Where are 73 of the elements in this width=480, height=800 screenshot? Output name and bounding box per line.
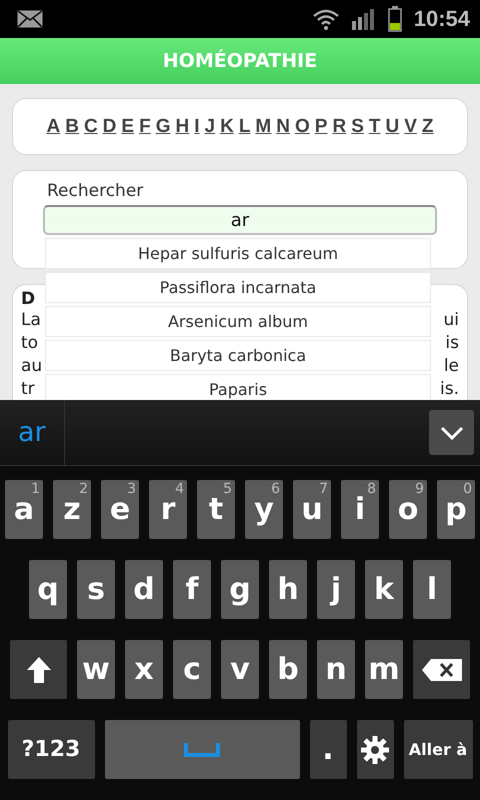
key[interactable]: h	[269, 560, 307, 619]
suggestion-item[interactable]: Passiflora incarnata	[45, 272, 431, 303]
letter-link[interactable]: I	[194, 116, 200, 138]
page-title: HOMÉOPATHIE	[162, 50, 318, 72]
letter-link[interactable]: Z	[422, 116, 434, 138]
letter-link[interactable]: O	[294, 116, 310, 138]
suggestion-item[interactable]: Baryta carbonica	[45, 340, 431, 371]
key[interactable]: c	[173, 640, 211, 699]
period-key[interactable]: .	[310, 720, 346, 779]
key[interactable]: f	[173, 560, 211, 619]
mail-icon	[17, 10, 43, 28]
key[interactable]: b	[269, 640, 307, 699]
chevron-down-icon	[440, 426, 464, 440]
letter-link[interactable]: D	[102, 116, 116, 138]
letter-link[interactable]: A	[46, 116, 60, 138]
letter-link[interactable]: G	[156, 116, 170, 138]
description-text: tr	[21, 378, 35, 400]
clock-time: 10:54	[414, 6, 470, 32]
letter-link[interactable]: L	[238, 116, 250, 138]
description-text: La	[21, 309, 41, 332]
key[interactable]: v	[221, 640, 259, 699]
search-field[interactable]: ar	[43, 205, 437, 235]
description-text: au	[21, 355, 42, 378]
suggestion-item[interactable]: Hepar sulfuris calcareum	[45, 238, 431, 269]
settings-icon	[361, 736, 389, 764]
key[interactable]: d	[125, 560, 163, 619]
hide-keyboard-button[interactable]	[429, 410, 474, 455]
description-heading: D	[21, 289, 36, 309]
go-key[interactable]: Aller à	[404, 720, 472, 779]
description-text: le	[444, 355, 459, 378]
letter-link[interactable]: P	[314, 116, 328, 138]
key[interactable]: l	[413, 560, 451, 619]
shift-key[interactable]	[10, 640, 67, 699]
description-text: is	[445, 332, 459, 355]
space-bar-icon	[184, 742, 220, 756]
arrow-up-icon	[26, 656, 52, 684]
letter-link[interactable]: S	[351, 116, 364, 138]
letter-link[interactable]: J	[204, 116, 216, 138]
letter-link[interactable]: T	[368, 116, 380, 138]
suggestion-item[interactable]: Arsenicum album	[45, 306, 431, 337]
key[interactable]: m	[365, 640, 403, 699]
settings-key[interactable]	[356, 720, 394, 779]
symbols-key[interactable]: ?123	[8, 720, 94, 779]
letter-link[interactable]: H	[175, 116, 190, 138]
letter-link[interactable]: R	[332, 116, 346, 138]
letter-link[interactable]: U	[385, 116, 400, 138]
key[interactable]: n	[317, 640, 355, 699]
suggestion-item[interactable]: Paparis	[45, 374, 431, 400]
letter-link[interactable]: E	[121, 116, 134, 138]
letter-link[interactable]: M	[255, 116, 272, 138]
description-text: is.	[440, 378, 459, 400]
key[interactable]: g	[221, 560, 259, 619]
description-text: ui	[444, 309, 459, 332]
letter-link[interactable]: V	[404, 116, 417, 138]
letter-link[interactable]: N	[276, 116, 290, 138]
key[interactable]: j	[317, 560, 355, 619]
wifi-icon	[312, 8, 340, 30]
key[interactable]: q	[29, 560, 67, 619]
key[interactable]: s	[77, 560, 115, 619]
search-label: Rechercher	[47, 181, 144, 201]
backspace-key[interactable]	[413, 640, 470, 699]
backspace-icon	[420, 658, 462, 682]
key[interactable]: w	[77, 640, 115, 699]
key[interactable]: x	[125, 640, 163, 699]
letter-link[interactable]: B	[65, 116, 79, 138]
letter-link[interactable]: F	[139, 116, 151, 138]
letter-link[interactable]: C	[84, 116, 98, 138]
letter-link[interactable]: K	[220, 116, 234, 138]
description-text: to	[21, 332, 38, 355]
key[interactable]: k	[365, 560, 403, 619]
word-suggestion[interactable]: ar	[0, 400, 65, 465]
battery-icon	[388, 6, 402, 32]
signal-icon	[352, 8, 376, 30]
